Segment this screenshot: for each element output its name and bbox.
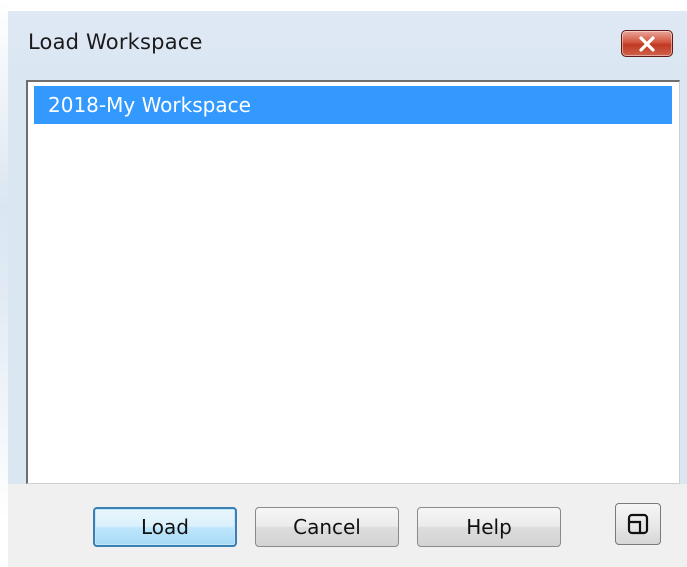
load-button-label: Load <box>141 515 189 539</box>
load-workspace-dialog: Load Workspace 2018-My Workspace Load Ca… <box>0 0 687 567</box>
window-frame-edge <box>0 0 8 520</box>
dialog-title: Load Workspace <box>28 30 203 54</box>
load-button[interactable]: Load <box>93 507 237 547</box>
close-icon <box>639 35 655 52</box>
workspace-item-label: 2018-My Workspace <box>48 93 251 117</box>
help-button[interactable]: Help <box>417 507 561 547</box>
cancel-button-label: Cancel <box>293 515 361 539</box>
cancel-button[interactable]: Cancel <box>255 507 399 547</box>
close-button[interactable] <box>621 30 673 57</box>
workspace-list[interactable]: 2018-My Workspace <box>26 80 680 484</box>
help-button-label: Help <box>466 515 512 539</box>
list-item[interactable]: 2018-My Workspace <box>34 86 672 124</box>
restore-window-button[interactable] <box>615 503 661 545</box>
window-restore-icon <box>627 513 649 535</box>
